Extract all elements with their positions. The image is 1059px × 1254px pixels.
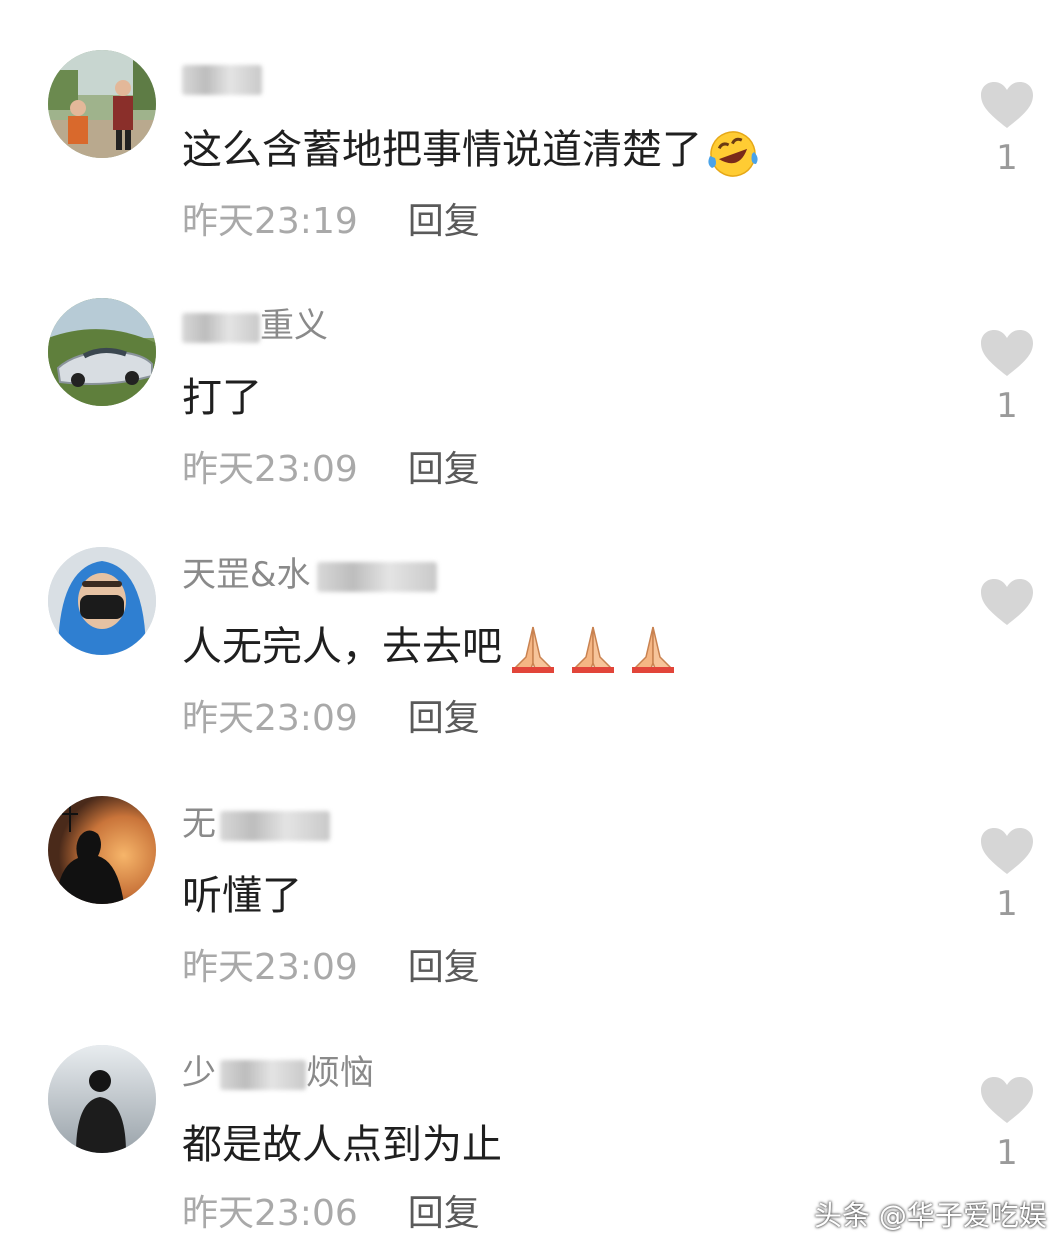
avatar[interactable]: [48, 298, 156, 406]
reply-button[interactable]: 回复: [408, 697, 480, 741]
comment-body: 人无完人，去去吧: [182, 624, 502, 670]
avatar[interactable]: [48, 796, 156, 904]
comment-time: 昨天23:06: [182, 1193, 358, 1234]
comment-meta: 昨天23:09 回复: [182, 946, 480, 990]
comment-meta: 昨天23:09 回复: [182, 448, 480, 492]
comment-meta: 昨天23:09 回复: [182, 697, 480, 741]
blurred-username: [182, 312, 260, 343]
username[interactable]: 天罡&水: [182, 553, 437, 597]
comment-time: 昨天23:09: [182, 698, 358, 739]
comment-body: 都是故人点到为止: [182, 1122, 502, 1168]
comment-time: 昨天23:09: [182, 449, 358, 490]
blurred-username: [220, 810, 330, 841]
folded-hands-emoji: [624, 623, 682, 675]
like-count: 1: [996, 1133, 1018, 1173]
watermark: 头条 @华子爱吃娱: [814, 1199, 1047, 1232]
comment-time: 昨天23:19: [182, 201, 358, 242]
comment-meta: 昨天23:06 回复: [182, 1192, 480, 1236]
comment-time: 昨天23:09: [182, 947, 358, 988]
comment-text: 人无完人，去去吧: [182, 621, 682, 675]
comment-text: 打了: [182, 372, 262, 424]
username[interactable]: 少 烦恼: [182, 1051, 374, 1095]
avatar[interactable]: [48, 50, 156, 158]
username[interactable]: 无: [182, 802, 330, 846]
username-text: 无: [182, 804, 216, 844]
rolling-laughing-emoji: [704, 126, 762, 178]
like-count: 1: [996, 386, 1018, 426]
username-text: 重义: [260, 306, 328, 346]
reply-button[interactable]: 回复: [408, 1192, 480, 1236]
like-button[interactable]: 1: [976, 1075, 1038, 1173]
like-button[interactable]: 1: [976, 80, 1038, 178]
username-text: 少: [182, 1053, 216, 1093]
reply-button[interactable]: 回复: [408, 200, 480, 244]
comment-item: 天罡&水 人无完人，去去吧 昨天23:09 回复: [0, 497, 1059, 745]
reply-button[interactable]: 回复: [408, 946, 480, 990]
heart-icon: [981, 330, 1033, 376]
blurred-username: [316, 561, 437, 592]
like-count: 1: [996, 138, 1018, 178]
heart-icon: [981, 579, 1033, 625]
avatar[interactable]: [48, 547, 156, 655]
comment-body: 打了: [182, 375, 262, 421]
comment-item: 无 听懂了 昨天23:09 回复 1: [0, 746, 1059, 994]
folded-hands-emoji: [564, 623, 622, 675]
comment-item: 重义 打了 昨天23:09 回复 1: [0, 248, 1059, 496]
blurred-username: [220, 1059, 306, 1090]
username[interactable]: [182, 56, 262, 100]
heart-icon: [981, 828, 1033, 874]
avatar[interactable]: [48, 1045, 156, 1153]
reply-button[interactable]: 回复: [408, 448, 480, 492]
comment-meta: 昨天23:19 回复: [182, 200, 480, 244]
like-count: 1: [996, 884, 1018, 924]
username[interactable]: 重义: [182, 304, 328, 348]
folded-hands-emoji: [504, 623, 562, 675]
comment-body: 这么含蓄地把事情说道清楚了: [182, 127, 702, 173]
comment-text: 这么含蓄地把事情说道清楚了: [182, 124, 762, 178]
username-suffix: 烦恼: [306, 1053, 374, 1093]
heart-icon: [981, 82, 1033, 128]
comment-text: 都是故人点到为止: [182, 1119, 502, 1171]
comment-text: 听懂了: [182, 870, 302, 922]
blurred-username: [182, 64, 262, 95]
like-button[interactable]: 1: [976, 826, 1038, 924]
heart-icon: [981, 1077, 1033, 1123]
like-button[interactable]: 1: [976, 328, 1038, 426]
like-button[interactable]: [976, 577, 1038, 627]
username-text: 天罡&水: [182, 555, 311, 595]
comment-item: 这么含蓄地把事情说道清楚了 昨天23:19 回复 1: [0, 0, 1059, 248]
comment-body: 听懂了: [182, 873, 302, 919]
